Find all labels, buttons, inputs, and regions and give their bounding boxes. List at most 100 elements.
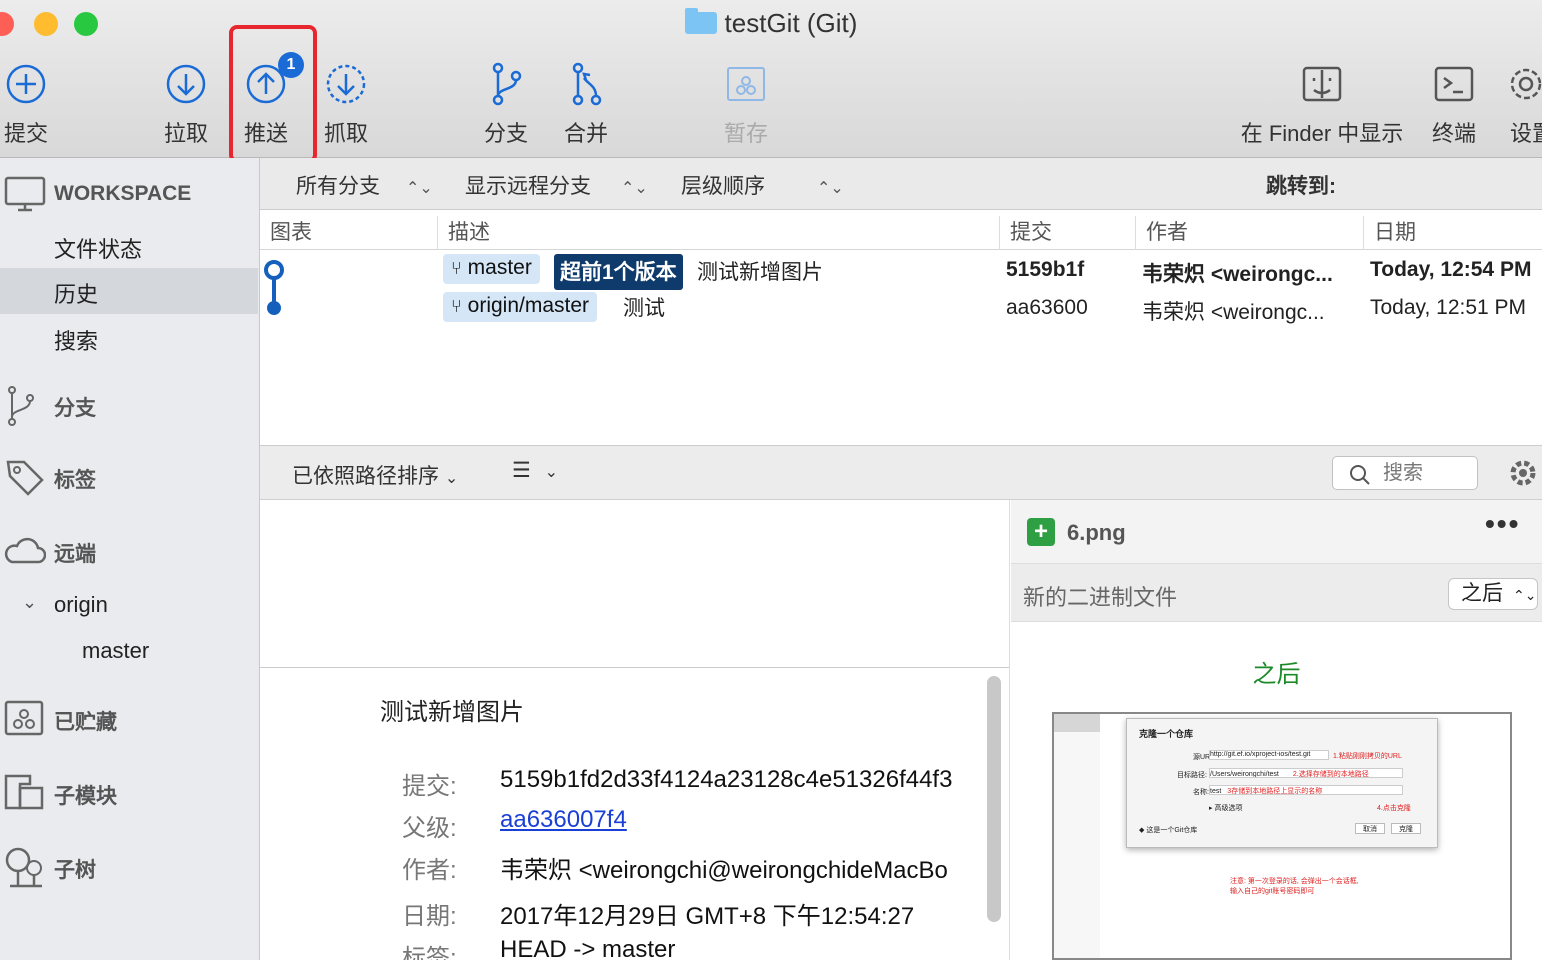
sidebar: WORKSPACE 文件状态 历史 搜索 分支 标签 远端 ⌄ origin m… — [0, 158, 260, 960]
settings-button[interactable]: 设置 — [1500, 58, 1542, 148]
branches-label: 分支 — [54, 397, 96, 420]
fetch-button[interactable]: 抓取 — [316, 58, 376, 148]
pull-label: 拉取 — [163, 121, 208, 146]
preview-url-hint: 1.粘贴刚刚拷贝的URL — [1333, 753, 1402, 760]
column-header-graph[interactable]: 图表 — [260, 216, 438, 250]
sidebar-item-search[interactable]: 搜索 — [0, 320, 258, 360]
commit-hash: 5159b1f — [1006, 258, 1085, 281]
sidebar-section-submodules[interactable]: 子模块 — [0, 772, 258, 818]
history-label: 历史 — [54, 282, 99, 307]
branch-icon — [4, 384, 44, 434]
submodule-icon — [4, 772, 46, 818]
master-label: master — [82, 638, 150, 663]
push-highlight-box — [229, 25, 317, 163]
preview-note-line1: 注意: 第一次登录的话, 会弹出一个会话框, — [1230, 878, 1359, 885]
column-header-author[interactable]: 作者 — [1136, 216, 1364, 250]
dashed-arrow-down-circle-icon — [316, 58, 376, 110]
tags-field-label: 标签: — [402, 945, 457, 960]
submodules-label: 子模块 — [54, 785, 117, 808]
diff-mode-label: 之后 — [1461, 582, 1503, 605]
terminal-button[interactable]: 终端 — [1424, 58, 1484, 148]
branch-icon: ⑂ — [451, 258, 462, 278]
preview-name-label: 名称: — [1193, 789, 1209, 796]
commit-label: 提交 — [3, 121, 48, 146]
cloud-icon — [4, 534, 47, 574]
sort-by-path-dropdown[interactable]: 已依照路径排序 ⌄ — [292, 460, 458, 490]
show-remote-label: 显示远程分支 — [465, 175, 591, 198]
preview-path-hint: 2.选择存储到的本地路径 — [1292, 771, 1369, 778]
sidebar-item-history[interactable]: 历史 — [0, 268, 258, 314]
column-header-commit[interactable]: 提交 — [1000, 216, 1136, 250]
stash-icon — [716, 58, 776, 110]
all-branches-label: 所有分支 — [296, 175, 380, 198]
parent-commit-link[interactable]: aa636007f4 — [500, 806, 627, 834]
show-remote-select[interactable]: 显示远程分支 ⌃⌄ — [465, 170, 648, 200]
view-mode-dropdown[interactable]: ☰ ⌄ — [512, 458, 558, 483]
table-row[interactable]: ⑂ origin/master 测试 aa63600 韦荣炽 <weirongc… — [260, 290, 1542, 328]
chevron-down-icon: ⌄ — [444, 470, 459, 487]
file-search-input[interactable]: 搜索 — [1332, 456, 1478, 490]
commit-field-label: 提交: — [402, 773, 457, 800]
branch-icon: ⑂ — [451, 296, 462, 316]
show-in-finder-button[interactable]: 在 Finder 中显示 — [1232, 58, 1412, 148]
history-filter-bar: 所有分支 ⌃⌄ 显示远程分支 ⌃⌄ 层级顺序 ⌃⌄ 跳转到: — [260, 158, 1542, 210]
gear-icon — [1500, 58, 1542, 110]
parent-field-label: 父级: — [402, 815, 457, 842]
column-header-description[interactable]: 描述 — [438, 216, 1000, 250]
preview-dialog-title: 克隆一个仓库 — [1139, 729, 1194, 739]
detail-scrollbar[interactable] — [987, 676, 1001, 922]
origin-label: origin — [54, 592, 108, 617]
file-list-toolbar: 已依照路径排序 ⌄ ☰ ⌄ 搜索 — [260, 446, 1542, 500]
fetch-label: 抓取 — [323, 121, 368, 146]
search-icon — [1350, 465, 1370, 485]
branch-icon — [476, 58, 536, 110]
sidebar-section-branches[interactable]: 分支 — [0, 382, 258, 428]
gear-icon[interactable] — [1508, 458, 1538, 488]
tree-icon — [4, 846, 46, 894]
sidebar-section-tags[interactable]: 标签 — [0, 456, 258, 502]
diff-file-header: + 6.png ••• — [1011, 500, 1542, 564]
settings-label: 设置 — [1510, 121, 1542, 146]
preview-note-line2: 输入自己的git账号密码即可 — [1230, 888, 1315, 895]
chevron-down-icon: ⌄ — [22, 592, 38, 612]
preview-name-value: test — [1210, 788, 1222, 795]
branch-pill[interactable]: ⑂ master — [443, 254, 540, 284]
branch-pill[interactable]: ⑂ origin/master — [443, 292, 598, 322]
stash-button[interactable]: 暂存 — [716, 58, 776, 148]
pull-button[interactable]: 拉取 — [156, 58, 216, 148]
sidebar-item-origin-master[interactable]: master — [0, 636, 258, 674]
sidebar-section-remotes[interactable]: 远端 — [0, 532, 258, 572]
table-row[interactable]: ⑂ master 超前1个版本 测试新增图片 5159b1f 韦荣炽 <weir… — [260, 252, 1542, 290]
diff-mode-select[interactable]: 之后 ⌃⌄ — [1448, 578, 1538, 610]
list-icon: ☰ — [512, 459, 531, 482]
sidebar-item-file-status[interactable]: 文件状态 — [0, 228, 258, 268]
column-header-date[interactable]: 日期 — [1364, 216, 1542, 250]
sidebar-section-stashes[interactable]: 已贮藏 — [0, 698, 258, 744]
history-table-header: 图表 描述 提交 作者 日期 — [260, 210, 1542, 250]
search-label: 搜索 — [54, 329, 99, 354]
tags-field-value: HEAD -> master — [500, 936, 676, 960]
jump-to-label: 跳转到: — [1266, 175, 1336, 198]
preview-clone-hint: 4.点击克隆 — [1377, 805, 1411, 812]
commit-button[interactable]: 提交 — [0, 58, 56, 148]
more-options-icon[interactable]: ••• — [1485, 508, 1520, 540]
workspace-label: WORKSPACE — [54, 182, 192, 205]
preview-cancel-button: 取消 — [1355, 823, 1385, 834]
file-status-label: 文件状态 — [54, 237, 143, 262]
all-branches-select[interactable]: 所有分支 ⌃⌄ — [296, 170, 433, 200]
order-select[interactable]: 层级顺序 ⌃⌄ — [681, 170, 844, 200]
branch-button[interactable]: 分支 — [476, 58, 536, 148]
commit-message: 测试新增图片 — [697, 261, 823, 284]
preview-url-value: http://git.ef.io/xproject-ios/test.git — [1209, 750, 1329, 760]
author-field-label: 作者: — [402, 857, 457, 884]
finder-icon — [1232, 58, 1412, 110]
added-file-icon: + — [1027, 518, 1055, 546]
sidebar-section-subtrees[interactable]: 子树 — [0, 846, 258, 892]
date-field-value: 2017年12月29日 GMT+8 下午12:54:27 — [500, 903, 915, 930]
preview-repo-type: ◆ 这是一个Git仓库 — [1139, 827, 1198, 834]
sidebar-item-origin[interactable]: ⌄ origin — [0, 588, 258, 626]
updown-icon: ⌃⌄ — [621, 180, 648, 197]
subtrees-label: 子树 — [54, 859, 96, 882]
stashes-label: 已贮藏 — [54, 711, 117, 734]
merge-button[interactable]: 合并 — [556, 58, 616, 148]
